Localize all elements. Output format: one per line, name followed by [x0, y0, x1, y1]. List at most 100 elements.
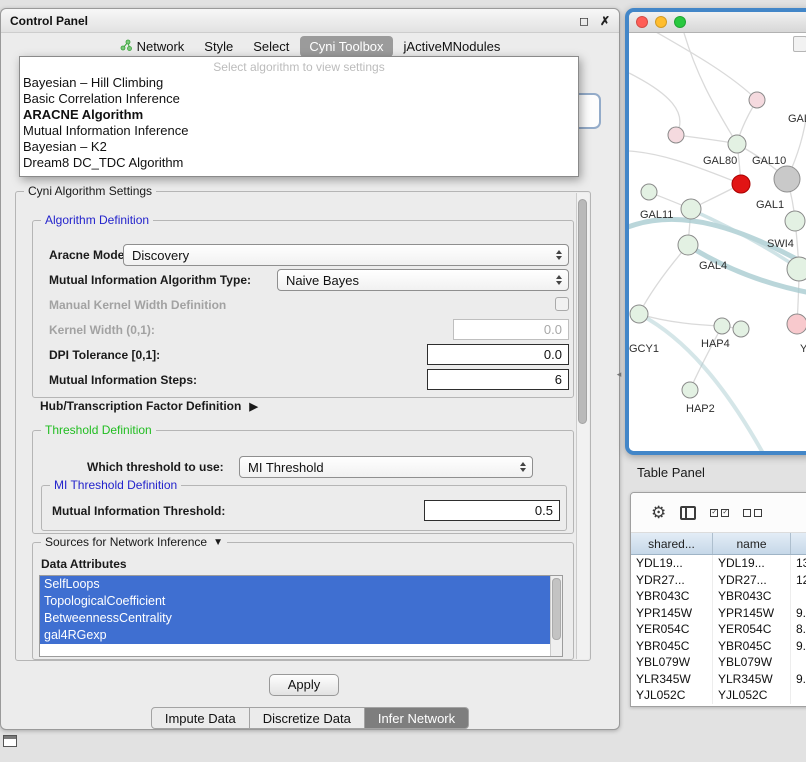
node-label: GAL1	[756, 199, 784, 211]
close-window-icon[interactable]: ✗	[600, 14, 610, 28]
gear-icon[interactable]: ⚙	[651, 504, 666, 521]
network-node[interactable]	[787, 257, 806, 281]
network-node-selected[interactable]	[732, 175, 750, 193]
minimize-traffic-light[interactable]	[655, 16, 667, 28]
table-row[interactable]: YER054CYER054C8.	[631, 621, 806, 638]
column-chooser-icon[interactable]	[680, 506, 696, 520]
which-threshold-label: Which threshold to use:	[87, 460, 224, 474]
combo-stepper-icon	[556, 250, 562, 260]
list-scrollbar[interactable]	[550, 576, 562, 656]
deselect-all-icon[interactable]	[743, 509, 762, 517]
cyni-algorithm-settings-group: Cyni Algorithm Settings Algorithm Defini…	[15, 191, 591, 661]
dpi-tolerance-input[interactable]: 0.0	[427, 344, 569, 365]
kernel-width-input[interactable]: 0.0	[453, 319, 569, 340]
dropdown-item[interactable]: Bayesian – Hill Climbing	[20, 75, 578, 91]
network-node[interactable]	[714, 318, 730, 334]
table-row[interactable]: YBR043CYBR043C	[631, 588, 806, 605]
table-row[interactable]: YBR045CYBR045C9.	[631, 638, 806, 655]
network-node[interactable]	[630, 305, 648, 323]
network-node[interactable]	[733, 321, 749, 337]
table-row[interactable]: YLR345WYLR345W9.	[631, 671, 806, 688]
mi-threshold-input[interactable]: 0.5	[424, 500, 560, 521]
network-node[interactable]	[787, 314, 806, 334]
network-canvas[interactable]: GAL GAL80 GAL10 GAL11 GAL1 SWI4 GAL4 GCY…	[629, 33, 806, 451]
table-row[interactable]: YPR145WYPR145W9.	[631, 605, 806, 622]
aracne-mode-combo[interactable]: Discovery	[123, 244, 569, 266]
restore-panel-icon[interactable]	[3, 735, 17, 747]
node-label: GAL80	[703, 155, 737, 167]
tab-label: Style	[204, 39, 233, 54]
dropdown-placeholder: Select algorithm to view settings	[20, 59, 578, 75]
settings-group-title: Cyni Algorithm Settings	[24, 184, 156, 198]
list-item[interactable]: BetweennessCentrality	[40, 610, 550, 627]
network-node[interactable]	[774, 166, 800, 192]
mi-steps-label: Mutual Information Steps:	[49, 373, 197, 387]
network-node[interactable]	[668, 127, 684, 143]
sources-group-title-row[interactable]: Sources for Network Inference ▼	[41, 535, 227, 549]
dropdown-item[interactable]: Dream8 DC_TDC Algorithm	[20, 155, 578, 171]
combo-stepper-icon	[556, 275, 562, 285]
settings-scrollbar[interactable]	[576, 193, 589, 659]
mi-type-label: Mutual Information Algorithm Type:	[49, 273, 251, 287]
network-node[interactable]	[641, 184, 657, 200]
which-threshold-combo[interactable]: MI Threshold	[239, 456, 533, 478]
dpi-tolerance-label: DPI Tolerance [0,1]:	[49, 348, 160, 362]
dropdown-item[interactable]: Basic Correlation Inference	[20, 91, 578, 107]
network-node[interactable]	[785, 211, 805, 231]
threshold-definition-title: Threshold Definition	[41, 423, 156, 437]
network-node[interactable]	[678, 235, 698, 255]
close-traffic-light[interactable]	[636, 16, 648, 28]
tab-label: jActiveMNodules	[404, 39, 501, 54]
tab-discretize-data[interactable]: Discretize Data	[250, 707, 365, 729]
control-panel-titlebar: Control Panel ◻ ✗	[1, 9, 619, 33]
table-row[interactable]: YJL052CYJL052C	[631, 687, 806, 704]
panel-collapse-handle[interactable]: ◂	[614, 365, 624, 383]
dropdown-item-selected[interactable]: ARACNE Algorithm	[20, 107, 578, 123]
zoom-traffic-light[interactable]	[674, 16, 686, 28]
column-header-cut[interactable]	[791, 533, 806, 554]
settings-scrollbar-thumb[interactable]	[578, 199, 587, 424]
tab-impute-data[interactable]: Impute Data	[151, 707, 250, 729]
select-all-icon[interactable]: ✓✓	[710, 509, 729, 517]
control-panel-window: Control Panel ◻ ✗ Network Style Select C…	[0, 8, 620, 730]
bottom-tabbar: Impute Data Discretize Data Infer Networ…	[1, 707, 619, 729]
list-scrollbar-thumb[interactable]	[552, 578, 561, 640]
tab-jactivemnodules[interactable]: jActiveMNodules	[395, 36, 510, 57]
tab-select[interactable]: Select	[244, 36, 298, 57]
dropdown-item[interactable]: Bayesian – K2	[20, 139, 578, 155]
list-item[interactable]: TopologicalCoefficient	[40, 593, 550, 610]
network-node[interactable]	[728, 135, 746, 153]
list-item[interactable]: gal4RGexp	[40, 627, 550, 644]
column-header-shared-name[interactable]: shared...	[631, 533, 713, 554]
table-row[interactable]: YDR27...YDR27...12	[631, 572, 806, 589]
manual-kernel-checkbox[interactable]	[555, 297, 569, 311]
apply-button[interactable]: Apply	[269, 674, 339, 696]
table-header: shared... name	[631, 533, 806, 555]
network-node[interactable]	[682, 382, 698, 398]
table-row[interactable]: YBL079WYBL079W	[631, 654, 806, 671]
mi-threshold-label: Mutual Information Threshold:	[52, 504, 225, 518]
algorithm-dropdown-popup: Select algorithm to view settings Bayesi…	[19, 56, 579, 177]
table-body: YDL19...YDL19...13 YDR27...YDR27...12 YB…	[631, 555, 806, 704]
node-label: GCY1	[629, 343, 659, 355]
mi-type-combo[interactable]: Naive Bayes	[277, 269, 569, 291]
tab-label: Select	[253, 39, 289, 54]
hub-definition-expander[interactable]: Hub/Transcription Factor Definition ▶	[40, 399, 258, 413]
tab-network[interactable]: Network	[111, 36, 194, 57]
dropdown-item[interactable]: Mutual Information Inference	[20, 123, 578, 139]
table-panel-window: ⚙ ✓✓ shared... name YDL19...YDL19...13 Y…	[630, 492, 806, 707]
tab-infer-network[interactable]: Infer Network	[365, 707, 469, 729]
mi-steps-input[interactable]: 6	[427, 369, 569, 390]
list-item[interactable]: SelfLoops	[40, 576, 550, 593]
network-node[interactable]	[681, 199, 701, 219]
network-view-window: GAL GAL80 GAL10 GAL11 GAL1 SWI4 GAL4 GCY…	[625, 8, 806, 455]
tab-style[interactable]: Style	[195, 36, 242, 57]
network-node[interactable]	[749, 92, 765, 108]
column-header-name[interactable]: name	[713, 533, 791, 554]
table-row[interactable]: YDL19...YDL19...13	[631, 555, 806, 572]
node-label: GAL10	[752, 155, 786, 167]
tab-cyni-toolbox[interactable]: Cyni Toolbox	[300, 36, 392, 57]
kernel-width-label: Kernel Width (0,1):	[49, 323, 155, 337]
which-threshold-value: MI Threshold	[248, 460, 324, 475]
float-window-icon[interactable]: ◻	[579, 14, 589, 28]
